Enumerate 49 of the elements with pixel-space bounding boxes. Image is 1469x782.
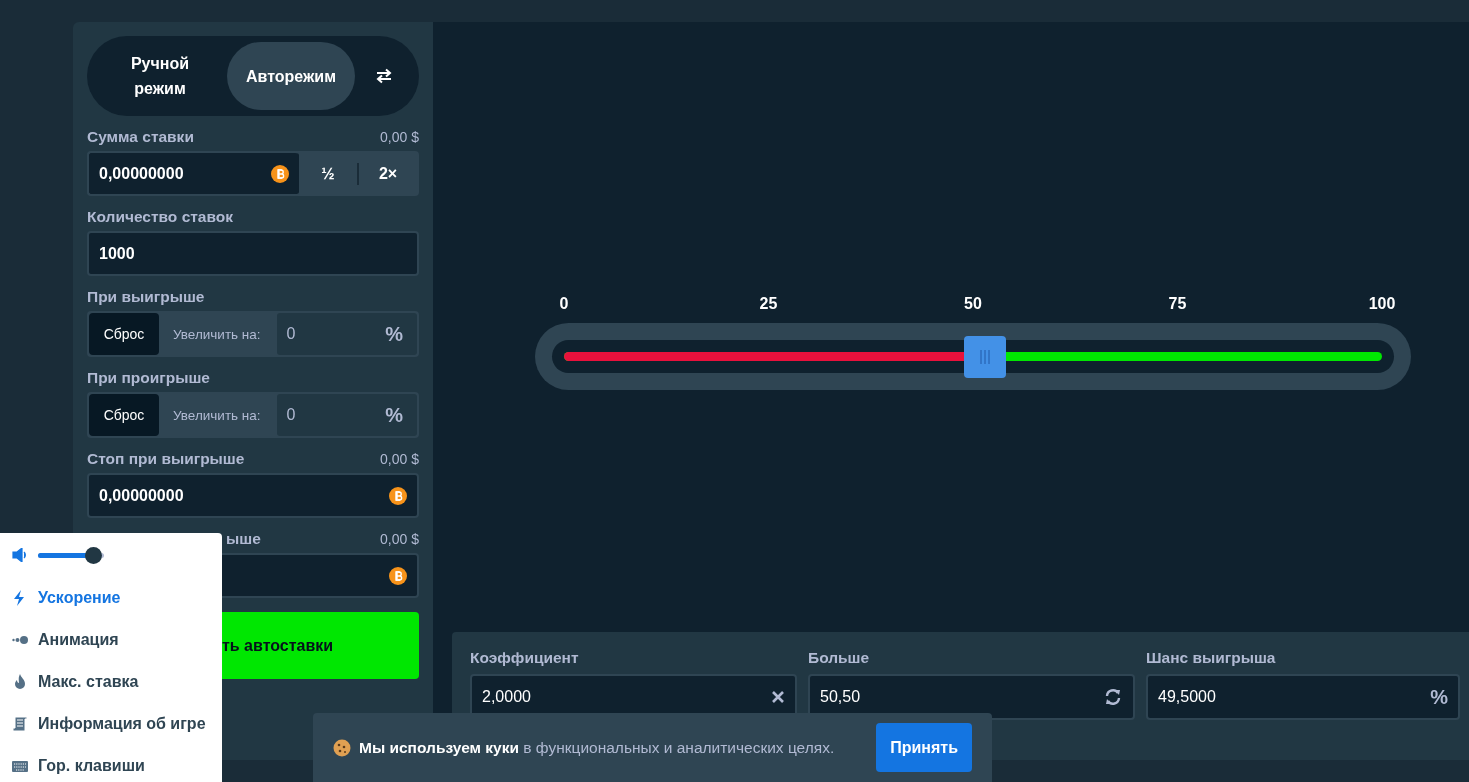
mode-tab[interactable]: Авторежим — [227, 42, 355, 110]
volume-handle[interactable] — [85, 546, 103, 564]
double-button[interactable]: 2× — [359, 151, 417, 196]
percent-field[interactable]: 0 % — [276, 313, 417, 355]
percent-field[interactable]: 0 % — [276, 394, 417, 436]
keyboard-icon — [12, 758, 28, 774]
flame-icon — [12, 674, 28, 690]
stop-win-field[interactable]: 0,00000000 — [87, 473, 419, 518]
scale-label: 50 — [964, 294, 982, 314]
field-label: Стоп при выигрыше — [87, 450, 245, 468]
increase-label: Увеличить на: — [173, 326, 261, 342]
field-label: Шанс выигрыша — [1146, 648, 1277, 668]
bet-count-field[interactable]: 1000 — [87, 231, 419, 276]
reset-button[interactable]: Сброс — [89, 313, 159, 355]
usd-amount: 0,00 $ — [380, 531, 419, 547]
reset-button[interactable]: Сброс — [89, 394, 159, 436]
scale-label: 100 — [1368, 294, 1396, 314]
increase-label: Увеличить на: — [173, 407, 261, 423]
coin-icon — [271, 164, 289, 183]
mode-tab[interactable]: Ручной режим — [93, 42, 227, 110]
swap-icon — [375, 68, 393, 84]
scale-label: 0 — [559, 294, 569, 314]
scale-label: 25 — [759, 294, 778, 314]
field-label: Количество ставок — [87, 208, 234, 226]
document-icon — [12, 716, 28, 732]
usd-amount: 0,00 $ — [380, 451, 419, 467]
close-icon — [771, 690, 785, 704]
field-label: Сумма ставки — [87, 128, 194, 146]
field-label: При выигрыше — [87, 288, 205, 306]
stat-field[interactable]: 49,5000 % — [1146, 674, 1460, 720]
menu-item[interactable]: Информация об игре — [0, 703, 222, 745]
usd-amount: 0,00 $ — [380, 129, 419, 145]
refresh-icon — [1103, 687, 1123, 707]
menu-item[interactable]: Гор. клавиши — [0, 745, 222, 782]
grip-icon — [979, 349, 991, 365]
scale-label: 75 — [1168, 294, 1187, 314]
bet-amount-field[interactable]: 0,00000000 — [87, 151, 299, 196]
cookie-icon — [333, 738, 351, 757]
field-label: При проигрыше — [87, 369, 210, 387]
stat-field[interactable]: 50,50 — [808, 674, 1135, 720]
field-label: Больше — [808, 648, 871, 668]
accept-button[interactable]: Принять — [876, 723, 972, 772]
cookie-notice: Мы используем куки в функциональных и аналитических целях. — [359, 738, 836, 757]
coin-icon — [389, 486, 407, 505]
slider-handle[interactable] — [964, 336, 1006, 378]
half-button[interactable]: ½ — [299, 151, 357, 196]
field-label: Коэффициент — [470, 648, 580, 668]
coin-icon — [389, 566, 407, 585]
field-label: ыше — [225, 530, 261, 548]
